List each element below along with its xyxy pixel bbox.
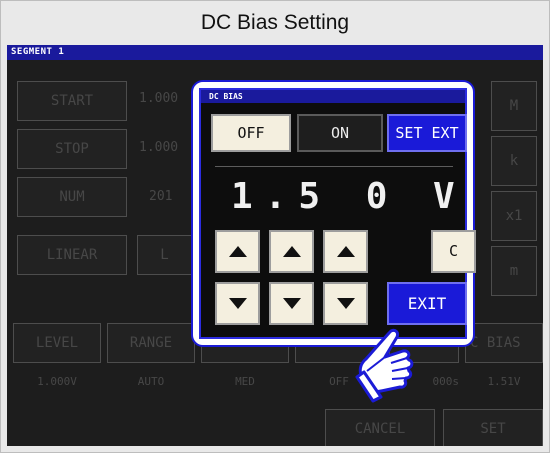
voltage-readout: 1.5 0 V — [231, 176, 467, 217]
on-button[interactable]: ON — [297, 114, 383, 152]
digit3-up-button[interactable] — [323, 230, 368, 273]
dialog-panel: DC BIAS OFF ON SET EXT 1.5 0 V C EXIT — [199, 88, 476, 339]
stop-button[interactable]: STOP — [17, 129, 127, 169]
dc-bias-dialog: DC BIAS OFF ON SET EXT 1.5 0 V C EXIT — [191, 80, 476, 347]
range-value: AUTO — [137, 375, 165, 388]
unit-milli-button[interactable]: m — [491, 246, 537, 296]
segment-bar: SEGMENT 1 — [7, 45, 543, 60]
exit-button[interactable]: EXIT — [387, 282, 467, 325]
cancel-button[interactable]: CANCEL — [325, 409, 435, 446]
clear-button[interactable]: C — [431, 230, 476, 273]
linear-button[interactable]: LINEAR — [17, 235, 127, 275]
arrow-up-icon — [282, 246, 301, 257]
start-value: 1.000 — [139, 91, 179, 106]
level-button[interactable]: LEVEL — [13, 323, 101, 363]
page-title: DC Bias Setting — [200, 11, 350, 34]
arrow-up-icon — [336, 246, 355, 257]
dialog-title: DC BIAS — [201, 90, 465, 103]
level-value: 1.000V — [37, 375, 77, 388]
speed-value: MED — [235, 375, 255, 388]
arrow-down-icon — [282, 298, 301, 309]
num-button[interactable]: NUM — [17, 177, 127, 217]
range-button[interactable]: RANGE — [107, 323, 195, 363]
digit2-down-button[interactable] — [269, 282, 314, 325]
unit-k-button[interactable]: k — [491, 136, 537, 186]
unit-x1-button[interactable]: x1 — [491, 191, 537, 241]
start-button[interactable]: START — [17, 81, 127, 121]
digit1-down-button[interactable] — [215, 282, 260, 325]
dc-bias-value: 1.51V — [487, 375, 521, 388]
stop-value: 1.000 — [139, 140, 179, 155]
set-ext-button[interactable]: SET EXT — [387, 114, 467, 152]
pointing-hand-icon — [355, 328, 414, 403]
off-button[interactable]: OFF — [211, 114, 291, 152]
num-value: 201 — [149, 189, 173, 204]
digit2-up-button[interactable] — [269, 230, 314, 273]
set-button[interactable]: SET — [443, 409, 543, 446]
figure-frame: DC Bias Setting SEGMENT 1 START 1.000 ST… — [0, 0, 550, 453]
arrow-up-icon — [228, 246, 247, 257]
log-button[interactable]: L — [137, 235, 192, 275]
digit1-up-button[interactable] — [215, 230, 260, 273]
arrow-down-icon — [336, 298, 355, 309]
arrow-down-icon — [228, 298, 247, 309]
unit-m-button[interactable]: M — [491, 81, 537, 131]
digit3-down-button[interactable] — [323, 282, 368, 325]
divider — [215, 166, 453, 167]
dc-bias-button[interactable]: C BIAS — [465, 323, 543, 363]
